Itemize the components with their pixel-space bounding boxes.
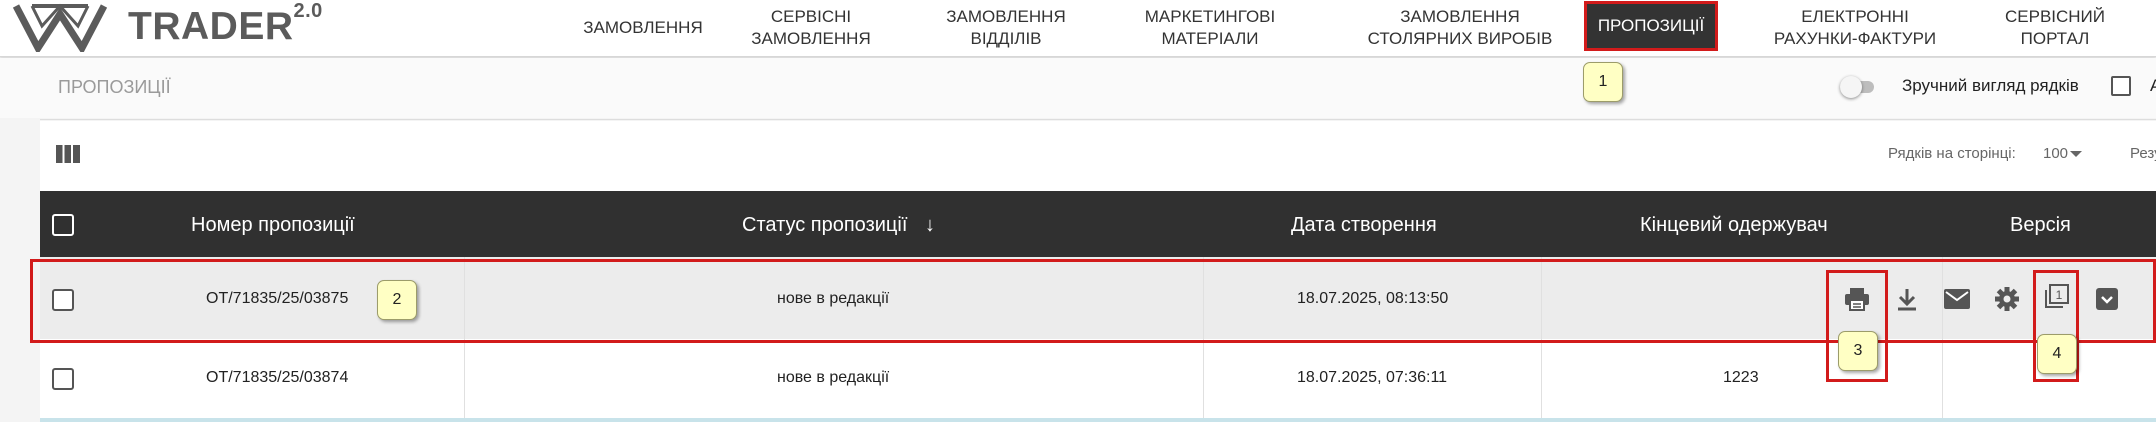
proposal-recipient: 1223	[1723, 369, 1759, 386]
copy-version-icon[interactable]: 1	[2041, 282, 2071, 312]
compact-rows-toggle[interactable]	[1840, 76, 1874, 98]
sort-arrow-icon[interactable]: ↓	[925, 214, 935, 237]
row-checkbox[interactable]	[52, 368, 74, 390]
nav-service-orders[interactable]: СЕРВІСНІ ЗАМОВЛЕННЯ	[735, 0, 887, 56]
compact-rows-label: Зручний вигляд рядків	[1902, 76, 2079, 95]
column-divider	[464, 257, 465, 418]
email-icon[interactable]	[1942, 284, 1972, 314]
download-icon[interactable]	[1892, 284, 1922, 314]
results-label: Резу	[2130, 145, 2156, 162]
view-columns-icon[interactable]	[56, 145, 80, 163]
nav-joinery-orders[interactable]: ЗАМОВЛЕННЯ СТОЛЯРНИХ ВИРОБІВ	[1350, 0, 1570, 56]
table-header	[40, 191, 2156, 257]
archive-icon[interactable]	[2092, 284, 2122, 314]
column-divider	[1203, 257, 1204, 418]
proposal-created: 18.07.2025, 07:36:11	[1297, 369, 1448, 386]
callout-badge: 2	[377, 280, 417, 320]
settings-icon[interactable]	[1992, 284, 2022, 314]
proposal-number[interactable]: OT/71835/25/03875	[206, 290, 348, 308]
callout-badge: 3	[1838, 331, 1878, 371]
proposal-created: 18.07.2025, 08:13:50	[1297, 290, 1449, 307]
row-divider	[40, 418, 2156, 422]
nav-service-portal[interactable]: СЕРВІСНИЙ ПОРТАЛ	[1990, 0, 2120, 56]
column-header-recipient[interactable]: Кінцевий одержувач	[1640, 214, 1828, 237]
chevron-down-icon[interactable]	[2070, 151, 2082, 157]
rows-per-page-label: Рядків на сторінці:	[1888, 145, 2016, 162]
svg-text:1: 1	[2056, 288, 2063, 302]
extra-checkbox[interactable]	[2111, 76, 2131, 96]
rows-per-page-select[interactable]: 100	[2043, 145, 2068, 162]
column-header-version[interactable]: Версія	[2010, 214, 2071, 237]
column-divider	[1541, 257, 1542, 418]
extra-checkbox-label: А	[2150, 76, 2156, 95]
select-all-checkbox[interactable]	[52, 214, 74, 236]
column-divider	[1942, 257, 1943, 418]
toggle-knob	[1840, 76, 1862, 98]
proposal-number[interactable]: OT/71835/25/03874	[206, 369, 348, 387]
table-toolbar	[40, 121, 2156, 191]
page-title: ПРОПОЗИЦІЇ	[58, 77, 171, 97]
nav-e-invoices[interactable]: ЕЛЕКТРОННІ РАХУНКИ-ФАКТУРИ	[1755, 0, 1955, 56]
nav-marketing-materials[interactable]: МАРКЕТИНГОВІ МАТЕРІАЛИ	[1130, 0, 1290, 56]
row-checkbox[interactable]	[52, 289, 74, 311]
nav-proposals[interactable]: ПРОПОЗИЦІЇ	[1584, 1, 1718, 51]
trader-logo[interactable]	[12, 2, 108, 52]
column-header-status[interactable]: Статус пропозиції	[742, 214, 907, 237]
callout-badge: 1	[1583, 62, 1623, 102]
print-icon[interactable]	[1842, 284, 1872, 314]
nav-department-orders[interactable]: ЗАМОВЛЕННЯ ВІДДІЛІВ	[932, 0, 1080, 56]
callout-badge: 4	[2037, 334, 2077, 374]
page-header-bar	[0, 58, 2156, 118]
divider	[40, 119, 2156, 120]
table-row[interactable]	[40, 257, 2156, 339]
column-header-number[interactable]: Номер пропозиції	[191, 214, 355, 237]
nav-orders[interactable]: ЗАМОВЛЕННЯ	[578, 0, 708, 56]
column-header-created[interactable]: Дата створення	[1291, 214, 1437, 237]
proposal-status: нове в редакції	[777, 369, 890, 386]
proposal-status: нове в редакції	[777, 290, 890, 307]
brand-name: TRADER2.0	[128, 0, 323, 48]
